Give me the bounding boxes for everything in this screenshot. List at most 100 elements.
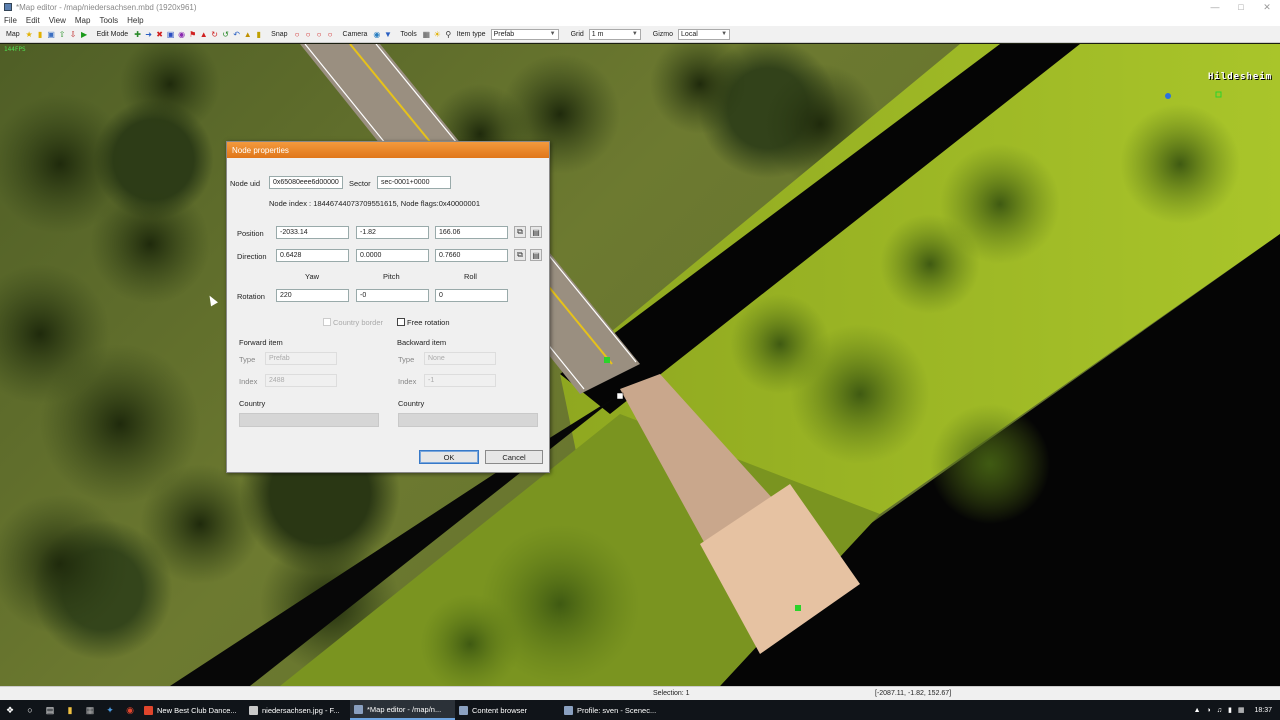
move-icon[interactable]: ➜ <box>144 30 153 39</box>
node-marker[interactable] <box>604 357 610 363</box>
direction-x-field[interactable]: 0.6428 <box>276 249 349 262</box>
backward-type-field[interactable]: None <box>424 352 496 365</box>
grid-select[interactable]: 1 m ▼ <box>588 28 641 40</box>
snap-height-icon[interactable]: ○ <box>326 30 335 39</box>
star-icon[interactable]: ★ <box>25 30 34 39</box>
network-icon[interactable]: ◑ <box>1207 707 1211 714</box>
filter-icon[interactable]: ▼ <box>383 30 392 39</box>
tools-button[interactable]: Tools <box>400 31 416 38</box>
close-icon[interactable]: ✕ <box>1254 2 1280 13</box>
menu-bar: File Edit View Map Tools Help <box>0 14 1280 26</box>
ok-button[interactable]: OK <box>419 450 479 464</box>
add-icon[interactable]: ✚ <box>133 30 142 39</box>
copy-position-icon[interactable]: ⧉ <box>514 226 526 238</box>
sun-icon[interactable]: ☀ <box>433 30 442 39</box>
roll-label: Roll <box>464 272 477 281</box>
taskbar-task[interactable]: Content browser <box>455 700 560 720</box>
maximize-icon[interactable]: □ <box>1228 2 1254 12</box>
forward-type-label: Type <box>239 355 256 364</box>
rotation-yaw-field[interactable]: 220 <box>276 289 349 302</box>
map-button[interactable]: Map <box>6 31 20 38</box>
calculator-icon[interactable]: ▦ <box>80 700 100 720</box>
taskbar-task[interactable]: Profile: sven - Scenec... <box>560 700 665 720</box>
flag-icon[interactable]: ⚑ <box>188 30 197 39</box>
camera-button[interactable]: Camera <box>343 31 368 38</box>
free-rotation-checkbox[interactable] <box>397 318 405 326</box>
edit-mode-button[interactable]: Edit Mode <box>97 31 129 38</box>
folder-open-icon[interactable]: ▮ <box>36 30 45 39</box>
pin-icon[interactable]: ▲ <box>199 30 208 39</box>
search-icon[interactable]: ⚲ <box>444 30 453 39</box>
search-icon[interactable]: ○ <box>20 700 40 720</box>
help-icon[interactable]: ◉ <box>177 30 186 39</box>
undo-icon[interactable]: ↶ <box>232 30 241 39</box>
direction-z-field[interactable]: 0.7660 <box>435 249 508 262</box>
item-type-select[interactable]: Prefab ▼ <box>490 28 559 40</box>
map-viewport[interactable]: 144FPS Hildesheim <box>0 44 1280 686</box>
task-label: Profile: sven - Scenec... <box>577 705 657 715</box>
cancel-button[interactable]: Cancel <box>485 450 543 464</box>
windows-start-icon[interactable]: ❖ <box>0 700 20 720</box>
tool-icon[interactable]: ✦ <box>100 700 120 720</box>
editor-icon <box>354 704 363 714</box>
stamp-icon[interactable]: ▲ <box>243 30 252 39</box>
snap-angle-icon[interactable]: ○ <box>315 30 324 39</box>
menu-view[interactable]: View <box>49 16 66 25</box>
map-marker-icon[interactable] <box>1165 93 1171 99</box>
battery-icon[interactable]: ▮ <box>1228 706 1232 714</box>
forward-index-field[interactable]: 2488 <box>265 374 337 387</box>
node-uid-field[interactable]: 0x65080eee6d00000 <box>269 176 343 189</box>
delete-icon[interactable]: ✖ <box>155 30 164 39</box>
clock[interactable]: 18:37 <box>1254 707 1272 714</box>
backward-index-field[interactable]: -1 <box>424 374 496 387</box>
volume-icon[interactable]: ♫ <box>1217 707 1222 714</box>
download-icon[interactable]: ⇩ <box>69 30 78 39</box>
position-z-field[interactable]: 166.06 <box>435 226 508 239</box>
brush-icon[interactable]: ▮ <box>254 30 263 39</box>
upload-icon[interactable]: ⇧ <box>58 30 67 39</box>
node-uid-label: Node uid <box>230 179 261 188</box>
node-marker-selected[interactable] <box>616 392 624 400</box>
position-x-field[interactable]: -2033.14 <box>276 226 349 239</box>
chrome-icon[interactable]: ◉ <box>120 700 140 720</box>
menu-help[interactable]: Help <box>127 16 143 25</box>
file-explorer-icon[interactable]: ▮ <box>60 700 80 720</box>
properties-icon[interactable]: ▣ <box>166 30 175 39</box>
taskbar-task[interactable]: New Best Club Dance... <box>140 700 245 720</box>
menu-tools[interactable]: Tools <box>99 16 118 25</box>
editor-icon <box>459 705 468 715</box>
rotation-roll-field[interactable]: 0 <box>435 289 508 302</box>
position-y-field[interactable]: -1.82 <box>356 226 429 239</box>
snap-grid-icon[interactable]: ○ <box>304 30 313 39</box>
snap-button[interactable]: Snap <box>271 31 287 38</box>
window-title-bar: *Map editor - /map/niedersachsen.mbd (19… <box>0 0 1280 14</box>
node-marker[interactable] <box>795 605 801 611</box>
position-label: Position <box>237 229 264 238</box>
snap-node-icon[interactable]: ○ <box>293 30 302 39</box>
chevron-down-icon: ▼ <box>631 31 638 37</box>
task-view-icon[interactable]: ▤ <box>40 700 60 720</box>
paste-direction-icon[interactable]: ▤ <box>530 249 542 261</box>
globe-icon[interactable]: ◉ <box>372 30 381 39</box>
grid-icon[interactable]: ▦ <box>422 30 431 39</box>
taskbar-task-active[interactable]: *Map editor - /map/n... <box>350 700 455 720</box>
direction-y-field[interactable]: 0.0000 <box>356 249 429 262</box>
sector-field[interactable]: sec-0001+0000 <box>377 176 451 189</box>
play-icon[interactable]: ▶ <box>80 30 89 39</box>
save-icon[interactable]: ▣ <box>47 30 56 39</box>
forward-type-field[interactable]: Prefab <box>265 352 337 365</box>
country-border-checkbox[interactable] <box>323 318 331 326</box>
gizmo-select[interactable]: Local ▼ <box>678 28 731 40</box>
rotation-pitch-field[interactable]: -0 <box>356 289 429 302</box>
copy-direction-icon[interactable]: ⧉ <box>514 249 526 261</box>
minimize-icon[interactable]: — <box>1202 2 1228 12</box>
menu-map[interactable]: Map <box>75 16 91 25</box>
menu-file[interactable]: File <box>4 16 17 25</box>
menu-edit[interactable]: Edit <box>26 16 40 25</box>
tray-arrow-icon[interactable]: ▲ <box>1194 707 1201 714</box>
redo-icon[interactable]: ↺ <box>221 30 230 39</box>
paste-position-icon[interactable]: ▤ <box>530 226 542 238</box>
taskbar-task[interactable]: niedersachsen.jpg - F... <box>245 700 350 720</box>
rotate-icon[interactable]: ↻ <box>210 30 219 39</box>
language-icon[interactable]: ▦ <box>1238 706 1245 714</box>
